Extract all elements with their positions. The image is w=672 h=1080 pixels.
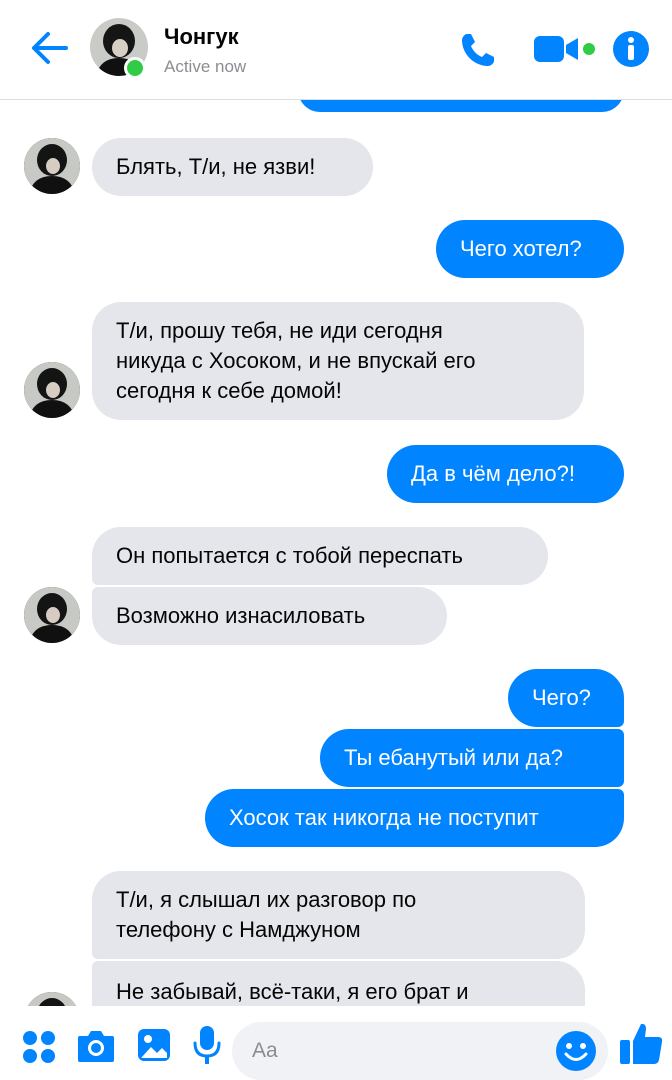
phone-icon[interactable] xyxy=(458,30,498,70)
sender-avatar[interactable] xyxy=(24,992,80,1006)
gallery-image-icon[interactable] xyxy=(136,1026,172,1064)
message-text-line: телефону с Намджуном xyxy=(116,917,361,942)
message-input[interactable] xyxy=(252,1022,552,1080)
incoming-message[interactable]: Блять, Т/и, не язви! xyxy=(92,138,373,196)
incoming-message[interactable]: Он попытается с тобой переспать xyxy=(92,527,548,585)
message-text-line: никуда с Хосоком, и не впускай его xyxy=(116,348,476,373)
incoming-message[interactable]: Т/и, прошу тебя, не иди сегодня никуда с… xyxy=(92,302,584,420)
info-icon[interactable] xyxy=(612,30,650,68)
composer-bar xyxy=(0,1006,672,1080)
message-text: Чего хотел? xyxy=(460,236,582,261)
outgoing-message[interactable]: Хосок так никогда не поступит xyxy=(205,789,624,847)
chat-header: Чонгук Active now xyxy=(0,0,672,100)
message-text: Он попытается с тобой переспать xyxy=(116,543,463,568)
online-status-dot xyxy=(124,57,146,79)
message-text: Ты ебанутый или да? xyxy=(344,745,563,770)
message-input-box[interactable] xyxy=(232,1022,608,1080)
message-text: Да в чём дело?! xyxy=(411,461,575,486)
message-text: Хосок так никогда не поступит xyxy=(229,805,539,830)
outgoing-message[interactable]: Чего? xyxy=(508,669,624,727)
video-camera-icon[interactable] xyxy=(532,32,598,66)
message-text: Блять, Т/и, не язви! xyxy=(116,154,316,179)
sender-avatar[interactable] xyxy=(24,138,80,194)
thumbs-up-icon[interactable] xyxy=(618,1020,664,1066)
incoming-message[interactable]: Не забывай, всё-таки, я его брат и xyxy=(92,961,585,1006)
message-text-line: сегодня к себе домой! xyxy=(116,378,342,403)
outgoing-message[interactable]: Да в чём дело?! xyxy=(387,445,624,503)
microphone-icon[interactable] xyxy=(192,1024,222,1066)
outgoing-message[interactable]: Ты ебанутый или да? xyxy=(320,729,624,787)
incoming-message[interactable]: Т/и, я слышал их разговор по телефону с … xyxy=(92,871,585,959)
incoming-message[interactable]: Возможно изнасиловать xyxy=(92,587,447,645)
back-arrow-icon[interactable] xyxy=(28,30,70,66)
sender-avatar[interactable] xyxy=(24,587,80,643)
message-text-line: Т/и, прошу тебя, не иди сегодня xyxy=(116,318,443,343)
message-text: Чего? xyxy=(532,685,591,710)
message-thread[interactable]: Блять, Т/и, не язви! Чего хотел? Т/и, пр… xyxy=(0,100,672,1006)
sender-avatar[interactable] xyxy=(24,362,80,418)
message-bubble-partial[interactable] xyxy=(298,100,624,112)
message-text-line: Т/и, я слышал их разговор по xyxy=(116,887,417,912)
outgoing-message[interactable]: Чего хотел? xyxy=(436,220,624,278)
contact-name[interactable]: Чонгук xyxy=(164,24,239,50)
emoji-icon[interactable] xyxy=(554,1029,598,1073)
camera-icon[interactable] xyxy=(76,1028,116,1064)
apps-grid-icon[interactable] xyxy=(22,1030,56,1064)
message-text: Возможно изнасиловать xyxy=(116,603,366,628)
contact-status: Active now xyxy=(164,57,247,76)
message-text: Не забывай, всё-таки, я его брат и xyxy=(116,979,469,1004)
